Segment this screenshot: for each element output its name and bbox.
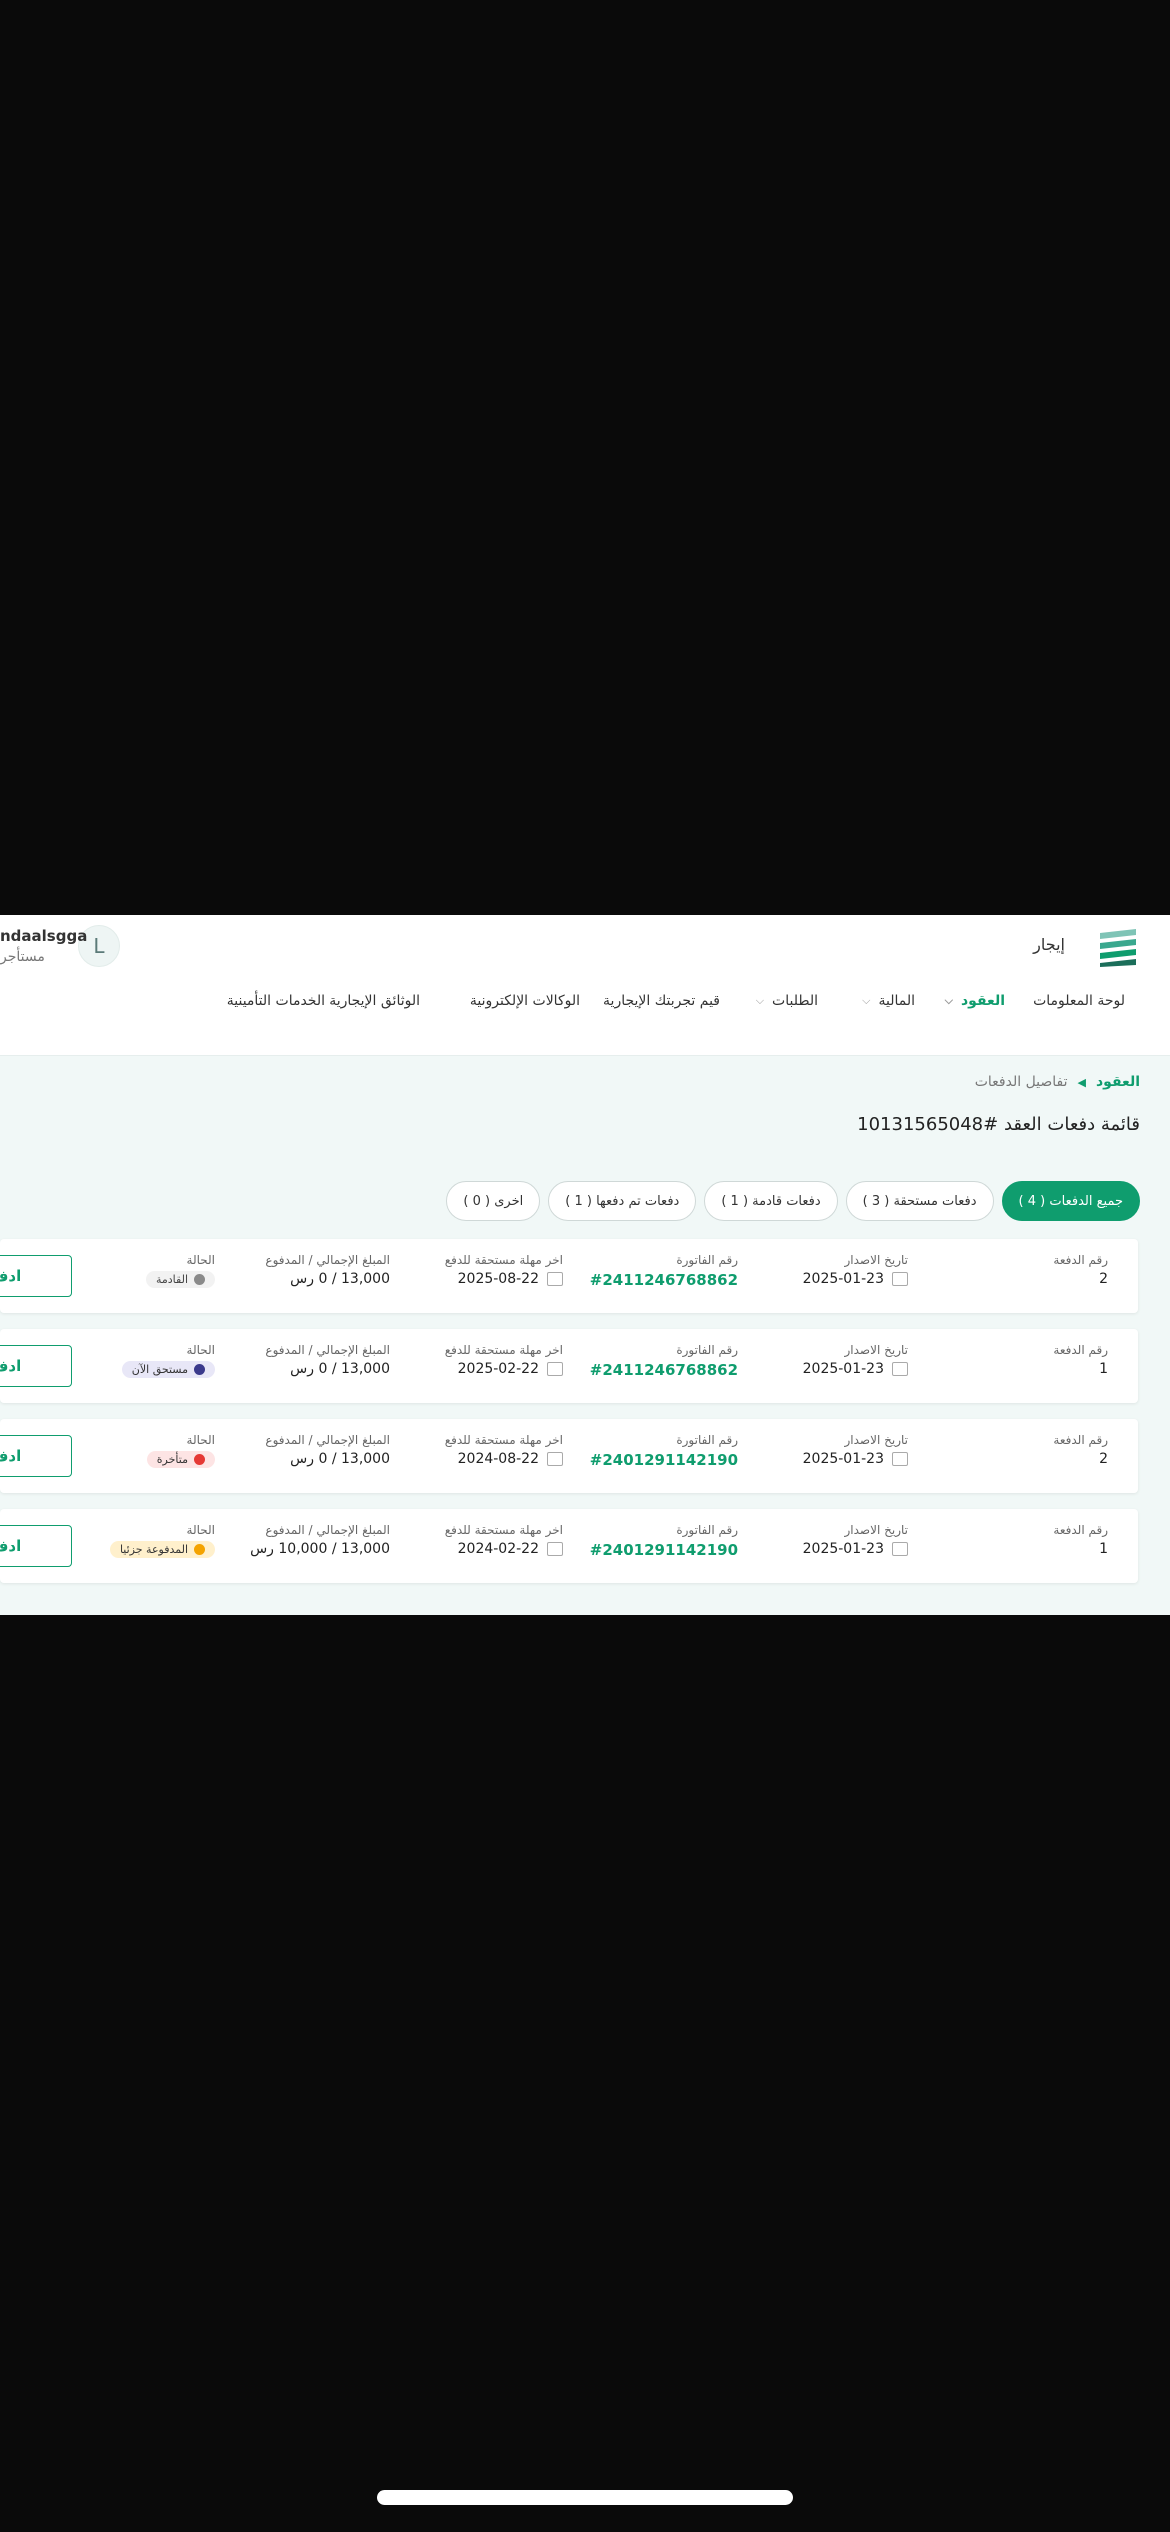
issue-date-label: تاريخ الاصدار [844,1253,909,1267]
app-screen: إيجار L ndaalsgga مستأجر لوحة المعلومات … [0,915,1170,1615]
amount: 13,000 / 0 رس [290,1271,390,1287]
due-date-label: اخر مهلة مستحقة للدفع [444,1433,563,1447]
amount-label: المبلغ الإجمالي / المدفوع [265,1433,390,1447]
payment-no: 1 [1099,1361,1108,1377]
status-label: الحالة [186,1433,215,1447]
chevron-down-icon: ⌵ [944,994,953,1007]
issue-date: 2025-01-23 [802,1361,884,1377]
tab-other-payments[interactable]: اخرى ( 0 ) [446,1181,541,1221]
calendar-icon [892,1542,908,1556]
payment-card: رقم الدفعة 1 تاريخ الاصدار 2025-01-23 رقم … [0,1329,1138,1403]
invoice-link[interactable]: #2401291142190 [590,1541,738,1559]
status-dot [194,1364,205,1375]
status-dot [194,1544,205,1555]
invoice-no-label: رقم الفاتورة [676,1523,738,1537]
status-badge: المدفوعة جزئيا [109,1541,215,1558]
tab-paid-payments[interactable]: دفعات تم دفعها ( 1 ) [548,1181,697,1221]
pay-button[interactable]: ادف [0,1345,72,1387]
nav-requests[interactable]: الطلبات ⌵ [756,993,818,1009]
issue-date: 2025-01-23 [802,1451,884,1467]
due-date: 2025-02-22 [457,1361,539,1377]
issue-date: 2025-01-23 [802,1271,884,1287]
payment-no-label: رقم الدفعة [1053,1433,1108,1447]
amount-label: المبلغ الإجمالي / المدفوع [265,1523,390,1537]
main-nav: لوحة المعلومات العقود ⌵ المالية ⌵ الطلبات ⌵… [0,993,1170,1033]
nav-contracts[interactable]: العقود ⌵ [945,993,1005,1009]
due-date: 2024-02-22 [457,1541,539,1557]
pay-button[interactable]: ادف [0,1525,72,1567]
nav-e-agencies[interactable]: الوكالات الإلكترونية [470,993,580,1009]
payment-card: رقم الدفعة 2 تاريخ الاصدار 2025-01-23 رقم … [0,1239,1138,1313]
invoice-link[interactable]: #2411246768862 [590,1271,738,1289]
payment-tabs: جميع الدفعات ( 4 ) دفعات مستحقة ( 3 ) دف… [446,1181,1140,1221]
user-name[interactable]: ndaalsgga [0,927,87,945]
due-date-label: اخر مهلة مستحقة للدفع [444,1523,563,1537]
pay-button[interactable]: ادف [0,1255,72,1297]
status-dot [194,1274,205,1285]
amount: 13,000 / 0 رس [290,1361,390,1377]
calendar-icon [547,1452,563,1466]
pay-button[interactable]: ادف [0,1435,72,1477]
payment-card: رقم الدفعة 2 تاريخ الاصدار 2025-01-23 رقم … [0,1419,1138,1493]
payment-no: 2 [1099,1451,1108,1467]
amount-label: المبلغ الإجمالي / المدفوع [265,1253,390,1267]
payment-no: 1 [1099,1541,1108,1557]
calendar-icon [547,1362,563,1376]
invoice-no-label: رقم الفاتورة [676,1253,738,1267]
status-label: الحالة [186,1523,215,1537]
payment-no-label: رقم الدفعة [1053,1343,1108,1357]
invoice-no-label: رقم الفاتورة [676,1433,738,1447]
breadcrumb-current: تفاصيل الدفعات [974,1074,1068,1090]
brand-name: إيجار [1033,935,1065,954]
status-badge: مستحق الآن [121,1361,215,1378]
amount: 13,000 / 10,000 رس [250,1541,390,1557]
status-label: الحالة [186,1343,215,1357]
due-date: 2025-08-22 [457,1271,539,1287]
user-role: مستأجر [0,949,45,965]
nav-insurance-services[interactable]: الخدمات التأمينية [227,993,325,1009]
home-indicator[interactable] [377,2490,793,2505]
amount-label: المبلغ الإجمالي / المدفوع [265,1343,390,1357]
chevron-down-icon: ⌵ [862,994,871,1007]
nav-finance[interactable]: المالية ⌵ [862,993,915,1009]
payment-no-label: رقم الدفعة [1053,1523,1108,1537]
status-dot [194,1454,205,1465]
nav-dashboard[interactable]: لوحة المعلومات [1033,993,1125,1009]
invoice-link[interactable]: #2401291142190 [590,1451,738,1469]
issue-date-label: تاريخ الاصدار [844,1523,909,1537]
issue-date-label: تاريخ الاصدار [844,1343,909,1357]
invoice-no-label: رقم الفاتورة [676,1343,738,1357]
due-date-label: اخر مهلة مستحقة للدفع [444,1253,563,1267]
nav-rental-documents[interactable]: الوثائق الإيجارية [329,993,420,1009]
breadcrumb: العقود ◀ تفاصيل الدفعات [975,1074,1140,1090]
tab-due-payments[interactable]: دفعات مستحقة ( 3 ) [845,1181,994,1221]
payment-card: رقم الدفعة 1 تاريخ الاصدار 2025-01-23 رقم … [0,1509,1138,1583]
tab-all-payments[interactable]: جميع الدفعات ( 4 ) [1001,1181,1140,1221]
issue-date-label: تاريخ الاصدار [844,1433,909,1447]
payment-no-label: رقم الدفعة [1053,1253,1108,1267]
header: إيجار L ndaalsgga مستأجر لوحة المعلومات … [0,915,1170,1055]
chevron-left-icon: ◀ [1077,1075,1086,1089]
calendar-icon [892,1452,908,1466]
chevron-down-icon: ⌵ [755,994,765,1007]
calendar-icon [547,1272,563,1286]
calendar-icon [547,1542,563,1556]
status-badge: القادمة [145,1271,215,1288]
amount: 13,000 / 0 رس [290,1451,390,1467]
invoice-link[interactable]: #2411246768862 [590,1361,738,1379]
payment-no: 2 [1099,1271,1108,1287]
calendar-icon [892,1272,908,1286]
page-title: قائمة دفعات العقد #10131565048 [857,1114,1140,1135]
main-content: العقود ◀ تفاصيل الدفعات قائمة دفعات العق… [0,1055,1170,1615]
due-date: 2024-08-22 [457,1451,539,1467]
due-date-label: اخر مهلة مستحقة للدفع [444,1343,563,1357]
ejar-logo-icon[interactable] [1096,927,1140,967]
status-label: الحالة [186,1253,215,1267]
nav-rate-experience[interactable]: قيم تجربتك الإيجارية [603,993,720,1009]
calendar-icon [892,1362,908,1376]
issue-date: 2025-01-23 [802,1541,884,1557]
breadcrumb-contracts[interactable]: العقود [1096,1074,1140,1090]
tab-upcoming-payments[interactable]: دفعات قادمة ( 1 ) [704,1181,838,1221]
status-badge: متأخرة [146,1451,215,1468]
